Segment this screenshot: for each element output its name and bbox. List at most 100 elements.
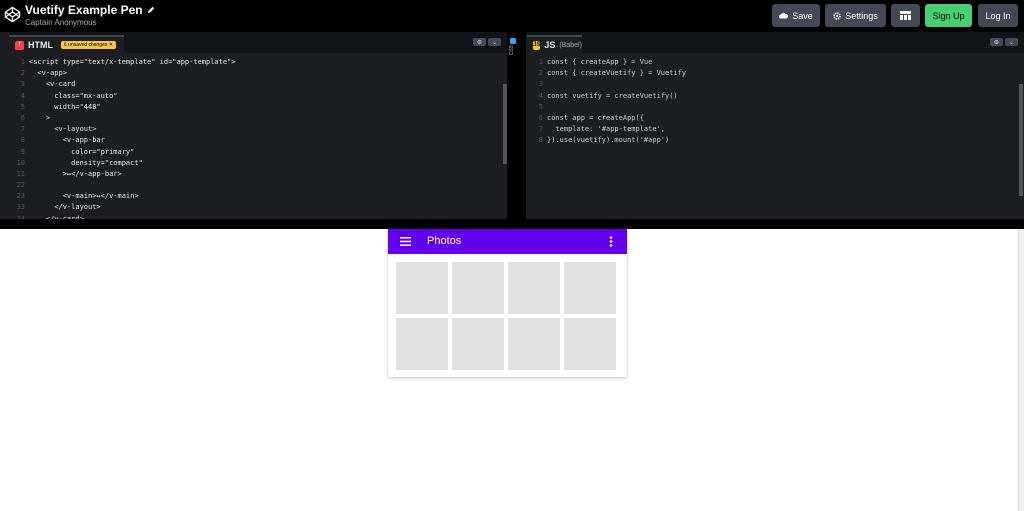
code-line[interactable]: 1 const { createApp } = Vue <box>527 57 1024 68</box>
login-button[interactable]: Log In <box>978 4 1018 27</box>
code-text: const { createVuetify } = Vuetify <box>547 69 687 78</box>
code-line[interactable]: 1 <script type="text/x-template" id="app-… <box>9 57 507 68</box>
settings-button[interactable]: Settings <box>825 4 886 27</box>
code-line[interactable]: 8 <v-app-bar <box>9 135 507 146</box>
line-number: 2 <box>20 69 25 78</box>
code-text: <v-layout> <box>29 125 97 134</box>
js-tab-sublabel: (Babel) <box>559 41 582 49</box>
html-chevron-down-icon[interactable]: ⌄ <box>488 38 501 46</box>
line-number: 5 <box>538 102 543 111</box>
code-line[interactable]: 9 color="primary" <box>9 147 507 158</box>
v-card: Photos <box>388 229 627 377</box>
line-number: 8 <box>20 136 25 145</box>
line-number: 23 <box>16 192 25 201</box>
html-tab-label: HTML <box>28 40 53 50</box>
code-line[interactable]: 3 <box>527 79 1024 90</box>
html-settings-gear-icon[interactable]: ⚙ <box>473 38 486 46</box>
code-line[interactable]: 6 const app = createApp({ <box>527 113 1024 124</box>
pen-title[interactable]: Vuetify Example Pen <box>25 3 143 17</box>
pencil-icon[interactable] <box>147 6 155 14</box>
code-text: > <box>29 113 51 122</box>
code-line[interactable]: 11 >↔</v-app-bar> <box>9 169 507 180</box>
line-number: 33 <box>16 203 25 212</box>
preview-scrollbar[interactable] <box>1018 229 1024 511</box>
code-line[interactable]: 8}).use(vuetify).mount('#app') <box>527 135 1024 146</box>
photo-placeholder <box>508 262 560 314</box>
code-line[interactable]: 6 > <box>9 113 507 124</box>
line-number: 8 <box>538 136 543 145</box>
top-bar: Vuetify Example Pen Captain Anonymous Sa… <box>0 0 1024 32</box>
code-line[interactable]: 2 const { createVuetify } = Vuetify <box>527 68 1024 79</box>
photo-placeholder <box>452 262 504 314</box>
code-text: density="compact" <box>29 158 143 167</box>
code-text: const vuetify = createVuetify() <box>547 91 678 100</box>
html-editor-pane: / HTML 6 unsaved changes ✕ ⚙ ⌄ 1 <script … <box>9 32 507 219</box>
code-text: <script type="text/x-template" id="app-t… <box>29 58 236 66</box>
photo-grid <box>396 262 620 370</box>
line-number: 4 <box>538 91 543 100</box>
code-text: >↔</v-app-bar> <box>29 169 122 178</box>
css-file-icon <box>510 38 516 44</box>
code-text: const { createApp } = Vue <box>547 58 653 66</box>
html-tab[interactable]: / HTML 6 unsaved changes ✕ <box>9 35 124 53</box>
code-text: width="448" <box>29 102 101 111</box>
photo-placeholder <box>564 318 616 370</box>
menu-icon[interactable] <box>400 237 411 246</box>
code-line[interactable]: 5 <box>527 102 1024 113</box>
css-tab-label[interactable]: CSS <box>509 45 515 55</box>
signup-button[interactable]: Sign Up <box>925 4 972 27</box>
line-number: 10 <box>16 158 25 167</box>
js-pane-controls: ⚙ ⌄ <box>990 38 1018 46</box>
js-tab[interactable]: JS JS (Babel) <box>527 35 582 53</box>
code-line[interactable]: 10 density="compact" <box>9 158 507 169</box>
photo-placeholder <box>452 318 504 370</box>
codepen-logo-icon[interactable] <box>4 6 21 23</box>
line-number: 6 <box>20 113 25 122</box>
line-number: 3 <box>20 80 25 89</box>
app-bar-title: Photos <box>427 235 462 247</box>
css-pane-collapsed[interactable] <box>507 32 526 227</box>
code-text: </v-layout> <box>29 203 101 212</box>
code-text: template: '#app-template', <box>547 125 666 134</box>
preview-area: Photos <box>0 229 1024 511</box>
more-vertical-icon[interactable] <box>609 236 613 247</box>
code-text: <v-app-bar <box>29 136 105 145</box>
code-line[interactable]: 7 <v-layout> <box>9 124 507 135</box>
js-chevron-down-icon[interactable]: ⌄ <box>1005 38 1018 46</box>
html-code-editor[interactable]: 1 <script type="text/x-template" id="app-… <box>9 57 507 219</box>
settings-label: Settings <box>845 10 878 21</box>
layout-icon <box>900 11 911 20</box>
line-number: 9 <box>20 147 25 156</box>
js-editor-pane: JS JS (Babel) ⚙ ⌄ 1 const { createApp } =… <box>527 32 1024 219</box>
photo-placeholder <box>396 318 448 370</box>
line-number: 22 <box>16 181 25 190</box>
save-button[interactable]: Save <box>772 4 820 27</box>
line-number: 6 <box>538 113 543 122</box>
pen-title-block: Vuetify Example Pen Captain Anonymous <box>25 3 155 27</box>
js-tab-bar <box>527 32 1024 53</box>
pen-author: Captain Anonymous <box>25 18 97 27</box>
line-number: 3 <box>538 80 543 89</box>
code-line[interactable]: 3 <v-card <box>9 79 507 90</box>
js-scrollbar[interactable] <box>1019 84 1023 196</box>
js-settings-gear-icon[interactable]: ⚙ <box>990 38 1003 46</box>
code-line[interactable]: 22 <box>9 180 507 191</box>
js-file-icon: JS <box>533 40 541 50</box>
preview-resizer[interactable] <box>0 219 1024 229</box>
code-line[interactable]: 4 class="mx-auto" <box>9 91 507 102</box>
html-pane-controls: ⚙ ⌄ <box>473 38 501 46</box>
line-number: 1 <box>538 58 543 66</box>
code-line[interactable]: 23 <v-main>↔</v-main> <box>9 191 507 202</box>
code-line[interactable]: 7 template: '#app-template', <box>527 124 1024 135</box>
photo-placeholder <box>564 262 616 314</box>
code-line[interactable]: 4 const vuetify = createVuetify() <box>527 91 1024 102</box>
code-line[interactable]: 2 <v-app> <box>9 68 507 79</box>
code-line[interactable]: 5 width="448" <box>9 102 507 113</box>
unsaved-changes-badge[interactable]: 6 unsaved changes ✕ <box>61 41 116 49</box>
code-text: <v-main>↔</v-main> <box>29 192 139 201</box>
change-view-button[interactable] <box>891 4 920 27</box>
js-code-editor[interactable]: 1 const { createApp } = Vue 2 const { creat… <box>527 57 1024 219</box>
code-line[interactable]: 33 </v-layout> <box>9 202 507 213</box>
editor-area: / HTML 6 unsaved changes ✕ ⚙ ⌄ 1 <script … <box>0 32 1024 227</box>
code-text: <v-card <box>29 80 76 89</box>
